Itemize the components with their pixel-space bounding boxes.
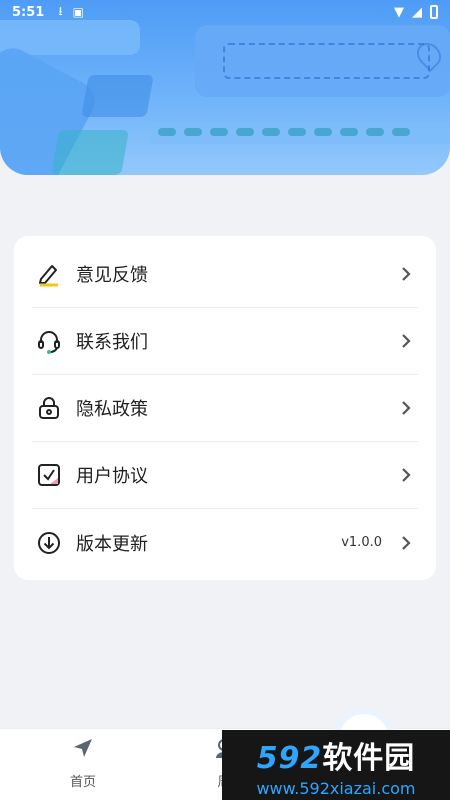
- headset-icon: [36, 328, 62, 354]
- chevron-right-icon: [394, 329, 418, 353]
- banner-decoration: [51, 130, 129, 175]
- battery-icon: [430, 5, 438, 19]
- menu-item-privacy-policy[interactable]: 隐私政策: [32, 375, 418, 442]
- banner-decoration: [81, 75, 154, 117]
- watermark-number: 592: [256, 740, 323, 776]
- menu-item-label: 隐私政策: [76, 399, 148, 420]
- chevron-right-icon: [394, 262, 418, 286]
- notification-icon: ▣: [72, 5, 84, 19]
- lock-icon: [36, 395, 62, 421]
- header-banner: [0, 0, 450, 175]
- wifi-icon: ▼: [394, 4, 404, 20]
- status-time: 5:51: [12, 4, 45, 20]
- menu-item-version-update[interactable]: 版本更新 v1.0.0: [32, 509, 418, 576]
- edit-icon: [36, 261, 62, 287]
- menu-item-feedback[interactable]: 意见反馈: [32, 241, 418, 308]
- watermark-url: www.592xiazai.com: [256, 778, 416, 798]
- banner-decoration: [195, 25, 450, 97]
- menu-item-label: 用户协议: [76, 466, 148, 487]
- version-value: v1.0.0: [341, 535, 382, 550]
- menu-item-label: 意见反馈: [76, 265, 148, 286]
- status-bar: 5:51 ⭳ ▣ ▼ ◢: [0, 0, 450, 24]
- nav-tab-label: 首页: [69, 775, 96, 790]
- menu-item-user-agreement[interactable]: 用户协议: [32, 442, 418, 509]
- navigation-arrow-icon: [70, 735, 96, 761]
- chevron-right-icon: [394, 396, 418, 420]
- watermark-text: 软件园: [322, 740, 416, 776]
- download-status-icon: ⭳: [58, 3, 63, 18]
- menu-item-label: 版本更新: [76, 533, 148, 555]
- menu-item-label: 联系我们: [76, 332, 148, 353]
- banner-decoration: [158, 128, 410, 136]
- nav-tab-home[interactable]: 首页: [33, 729, 133, 800]
- checkbox-icon: [36, 462, 62, 488]
- signal-icon: ◢: [412, 4, 422, 20]
- watermark-logo: 592软件园 www.592xiazai.com: [222, 730, 450, 800]
- download-icon: [36, 530, 62, 556]
- settings-menu-card: 意见反馈 联系我们 隐私政策 用户协议 版本更新 v1.0.0: [14, 236, 436, 580]
- chevron-right-icon: [394, 531, 418, 555]
- menu-item-contact-us[interactable]: 联系我们: [32, 308, 418, 375]
- chevron-right-icon: [394, 463, 418, 487]
